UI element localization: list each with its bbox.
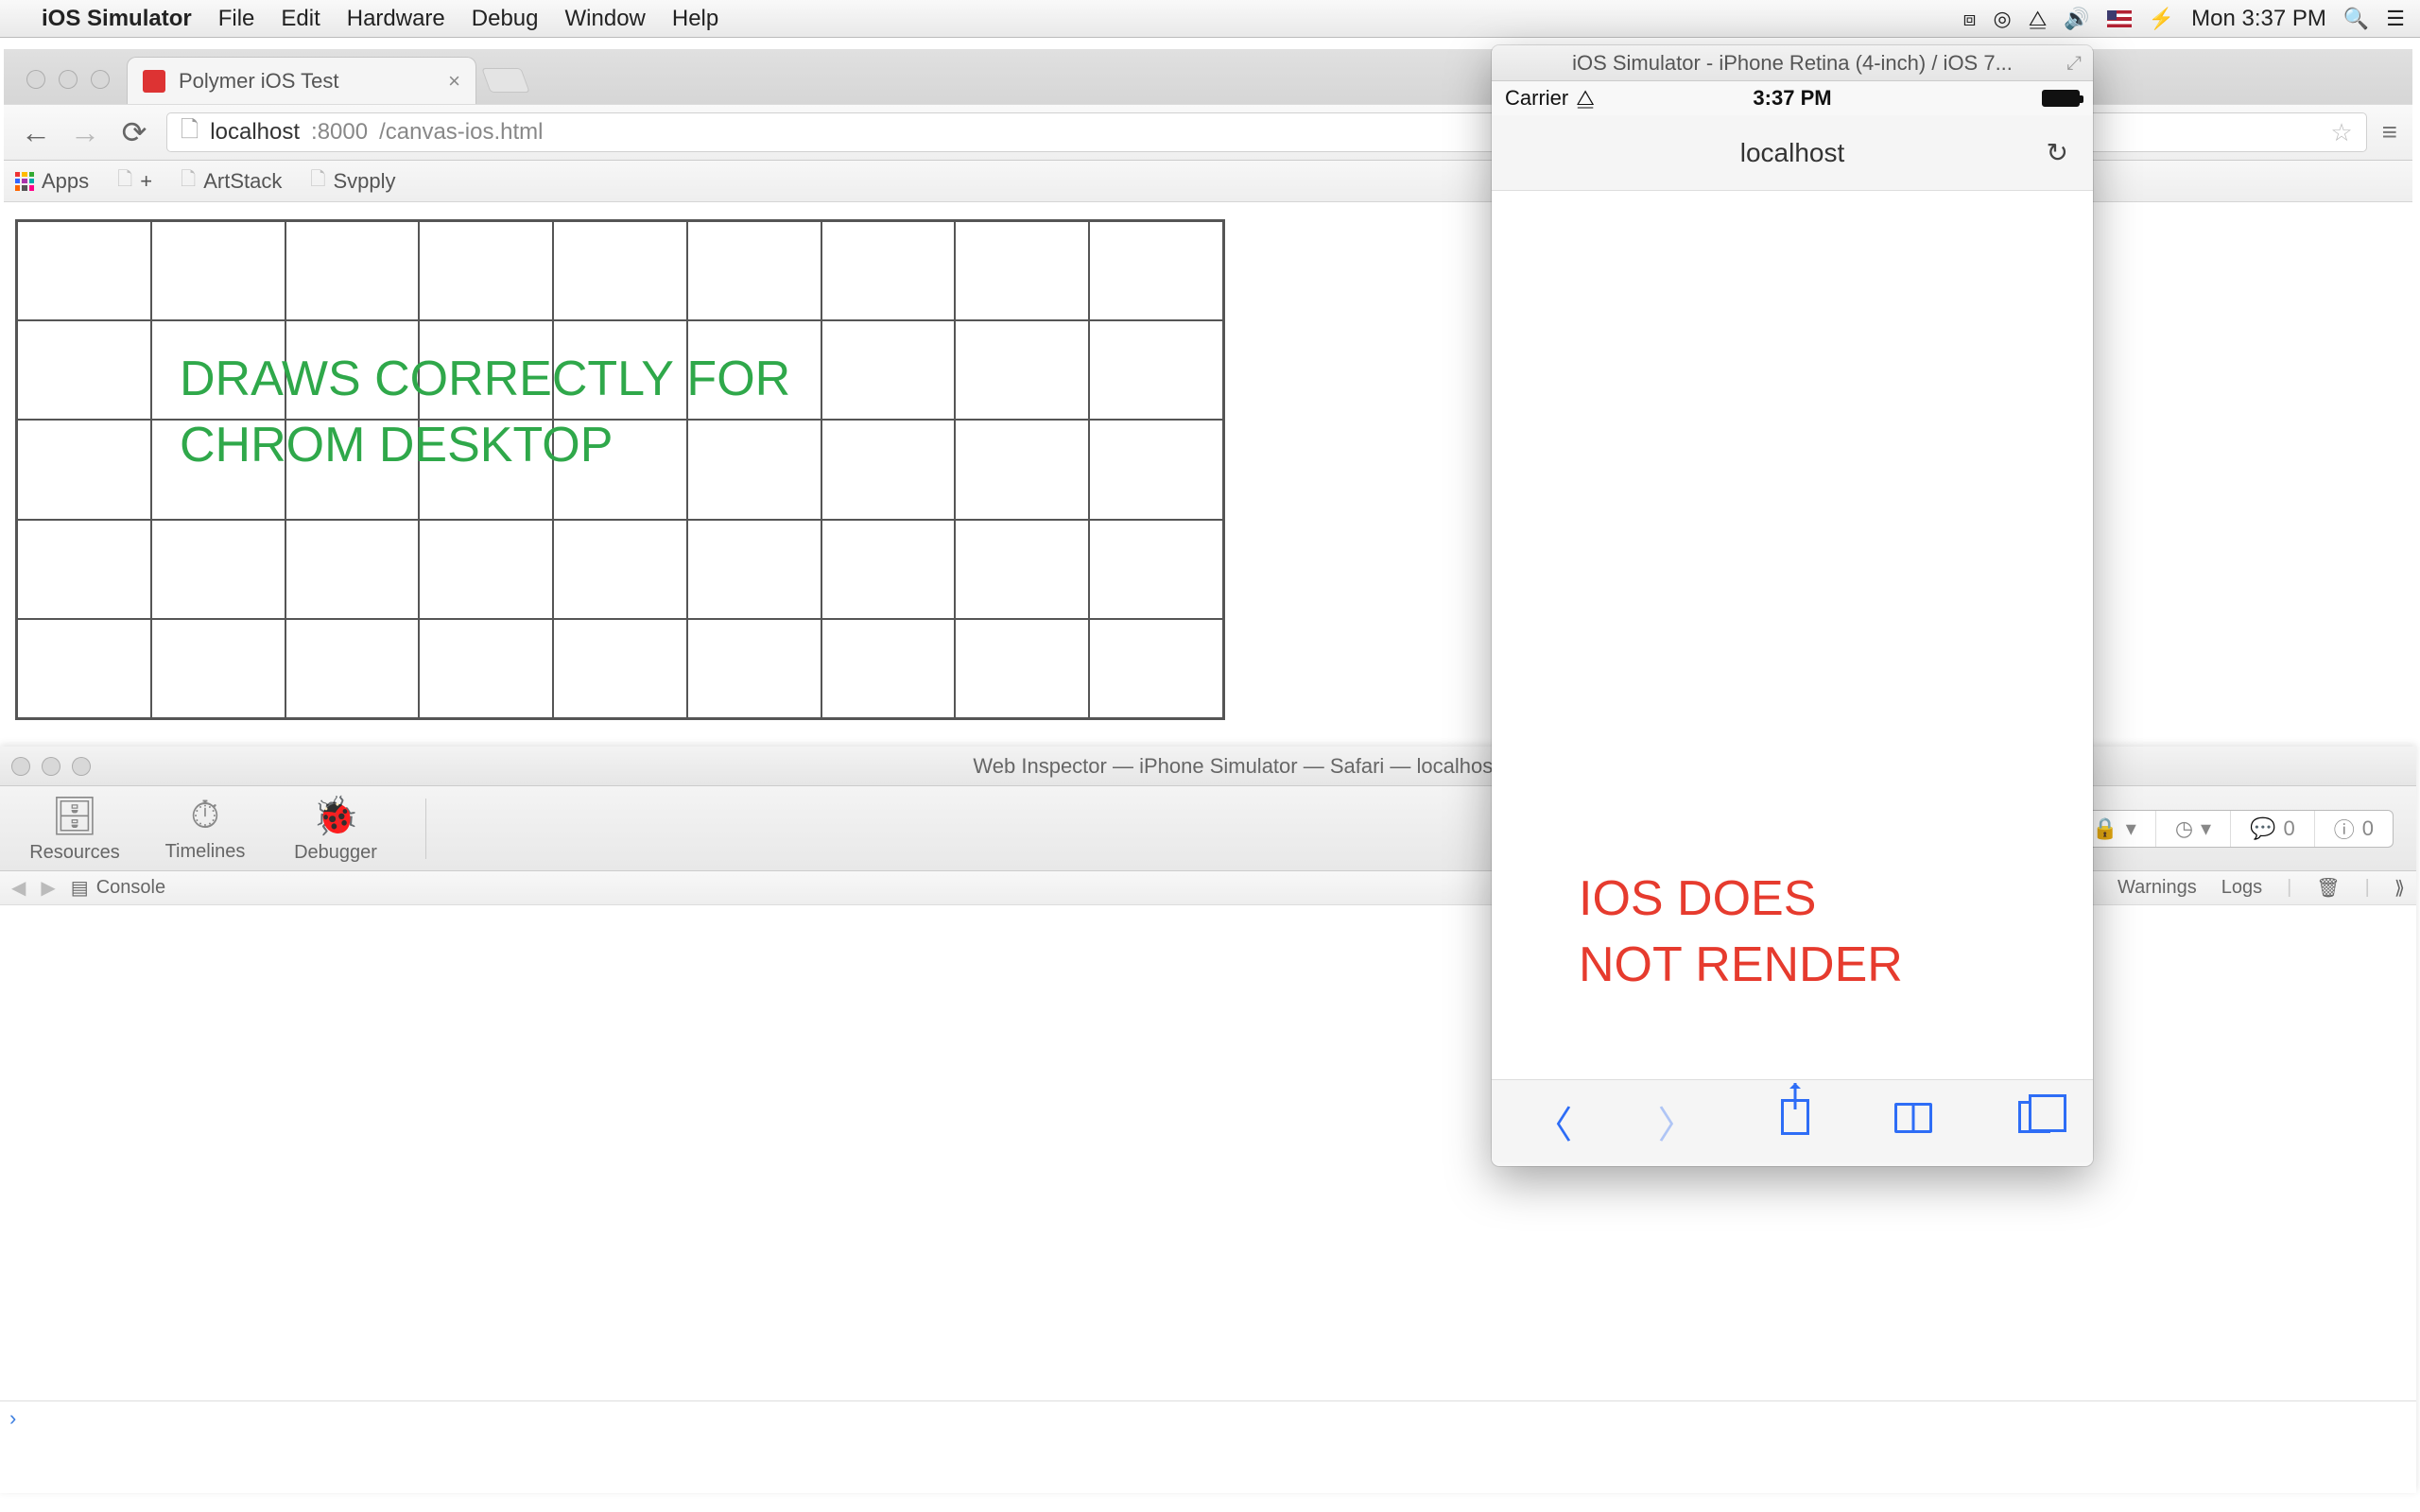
url-path: /canvas-ios.html <box>379 119 543 146</box>
ios-status-bar: Carrier ⧋ 3:37 PM <box>1492 81 2093 115</box>
apps-grid-icon <box>15 172 34 191</box>
inspector-title: Web Inspector — iPhone Simulator — Safar… <box>973 754 1541 779</box>
lock-icon: 🔒 <box>2092 816 2118 841</box>
chat-icon: 💬 <box>2250 816 2275 841</box>
reload-icon[interactable]: ↻ <box>2047 137 2068 168</box>
simulator-title: iOS Simulator - iPhone Retina (4-inch) /… <box>1572 51 2013 76</box>
url-port: :8000 <box>311 119 368 146</box>
macos-menubar: iOS Simulator File Edit Hardware Debug W… <box>0 0 2420 38</box>
tab-close-icon[interactable]: × <box>448 69 460 94</box>
tab-favicon <box>143 70 165 93</box>
chrome-menu-icon[interactable]: ≡ <box>2382 117 2397 147</box>
annotation-ios: IOS DOES NOT RENDER <box>1579 866 1903 998</box>
safari-forward-button[interactable]: 〉 <box>1658 1094 1696 1149</box>
menubar-clock[interactable]: Mon 3:37 PM <box>2191 6 2326 32</box>
volume-icon[interactable]: 🔊 <box>2064 7 2089 31</box>
chevron-down-icon: ▾ <box>2126 816 2136 841</box>
page-icon: 🗋 <box>117 165 132 198</box>
safari-bookmarks-button[interactable] <box>1894 1100 1932 1143</box>
counter-time[interactable]: ◷▾ <box>2156 811 2231 847</box>
safari-url-bar[interactable]: localhost ↻ <box>1492 115 2093 191</box>
filter-warnings[interactable]: Warnings <box>2118 877 2197 899</box>
tool-label: Debugger <box>294 842 377 864</box>
battery-icon[interactable]: ⚡ <box>2149 7 2174 31</box>
console-prompt[interactable]: › <box>0 1400 2416 1435</box>
share-icon <box>1781 1099 1809 1135</box>
debugger-icon: 🐞 <box>312 794 359 838</box>
page-icon: 🗋 <box>181 165 196 198</box>
new-tab-button[interactable] <box>481 68 529 93</box>
counter-logs[interactable]: ⓘ0 <box>2315 811 2393 847</box>
book-icon <box>1894 1103 1932 1133</box>
app-name[interactable]: iOS Simulator <box>42 6 192 32</box>
page-icon: 🗋 <box>181 113 199 152</box>
resources-icon: 🗄 <box>51 794 99 838</box>
tab-title: Polymer iOS Test <box>179 69 339 94</box>
tabs-icon <box>2018 1101 2050 1133</box>
apps-label: Apps <box>42 169 89 194</box>
menu-window[interactable]: Window <box>565 6 646 32</box>
chevron-down-icon: ▾ <box>2201 816 2211 841</box>
timelines-icon: ⏱ <box>190 795 219 837</box>
window-minimize-button[interactable] <box>42 757 60 776</box>
nav-back-icon[interactable]: ◀ <box>11 876 26 900</box>
menu-edit[interactable]: Edit <box>281 6 320 32</box>
wifi-icon[interactable]: ⧋ <box>2029 7 2048 31</box>
bookmark-artstack[interactable]: 🗋 ArtStack <box>181 165 282 198</box>
battery-icon <box>2042 90 2080 107</box>
spotlight-icon[interactable]: 🔍 <box>2343 7 2369 31</box>
menu-debug[interactable]: Debug <box>472 6 539 32</box>
wifi-icon: ⧋ <box>1576 86 1595 111</box>
safari-toolbar: 〈 〉 <box>1492 1079 2093 1162</box>
window-zoom-button[interactable] <box>72 757 91 776</box>
dropbox-icon[interactable]: ⧈ <box>1962 7 1976 31</box>
scope-crumb[interactable]: ▤ Console <box>71 876 165 900</box>
tool-resources[interactable]: 🗄 Resources <box>23 794 127 864</box>
tool-label: Resources <box>29 842 120 864</box>
window-zoom-button[interactable] <box>91 70 110 89</box>
nav-forward-icon[interactable]: ▶ <box>41 876 55 900</box>
page-icon: 🗋 <box>310 165 325 198</box>
window-close-button[interactable] <box>11 757 30 776</box>
notification-center-icon[interactable]: ☰ <box>2386 7 2405 31</box>
safari-back-button[interactable]: 〈 <box>1534 1094 1572 1149</box>
back-button[interactable]: ← <box>19 115 53 150</box>
menu-help[interactable]: Help <box>672 6 718 32</box>
window-minimize-button[interactable] <box>59 70 78 89</box>
status-time: 3:37 PM <box>1753 86 1831 111</box>
bookmark-label: Svpply <box>333 169 395 194</box>
cloud-icon[interactable]: ◎ <box>1993 7 2011 31</box>
safari-share-button[interactable] <box>1781 1099 1809 1144</box>
bookmark-plus[interactable]: 🗋 + <box>117 165 152 198</box>
tool-debugger[interactable]: 🐞 Debugger <box>284 794 388 864</box>
simulator-titlebar: iOS Simulator - iPhone Retina (4-inch) /… <box>1492 45 2093 81</box>
url-host: localhost <box>210 119 300 146</box>
bookmark-star-icon[interactable]: ☆ <box>2330 118 2352 147</box>
forward-button[interactable]: → <box>68 115 102 150</box>
counter-issues[interactable]: 💬0 <box>2231 811 2315 847</box>
clear-log-icon[interactable]: 🗑 <box>2316 876 2340 900</box>
menu-file[interactable]: File <box>218 6 255 32</box>
list-icon: ▤ <box>71 876 89 900</box>
bookmark-svpply[interactable]: 🗋 Svpply <box>310 165 395 198</box>
filter-logs[interactable]: Logs <box>2221 877 2262 899</box>
carrier-label: Carrier <box>1505 86 1568 111</box>
apps-bookmark[interactable]: Apps <box>15 169 89 194</box>
window-close-button[interactable] <box>26 70 45 89</box>
safari-tabs-button[interactable] <box>2018 1100 2050 1143</box>
input-source-flag-icon[interactable] <box>2107 10 2132 27</box>
reload-button[interactable]: ⟳ <box>117 114 151 150</box>
tool-label: Timelines <box>165 841 246 863</box>
safari-url-text: localhost <box>1740 138 1845 168</box>
bookmark-label: ArtStack <box>203 169 282 194</box>
menu-hardware[interactable]: Hardware <box>347 6 445 32</box>
clock-icon: ◷ <box>2175 816 2193 841</box>
annotation-chrome: DRAWS CORRECTLY FOR CHROM DESKTOP <box>180 346 790 478</box>
bookmark-label: + <box>140 169 152 194</box>
tool-timelines[interactable]: ⏱ Timelines <box>153 795 257 863</box>
chrome-tab[interactable]: Polymer iOS Test × <box>127 57 476 104</box>
info-icon: ⓘ <box>2334 814 2355 844</box>
chevrons-icon[interactable]: ⟫ <box>2394 876 2405 900</box>
expand-icon[interactable]: ⤢ <box>2066 53 2082 75</box>
